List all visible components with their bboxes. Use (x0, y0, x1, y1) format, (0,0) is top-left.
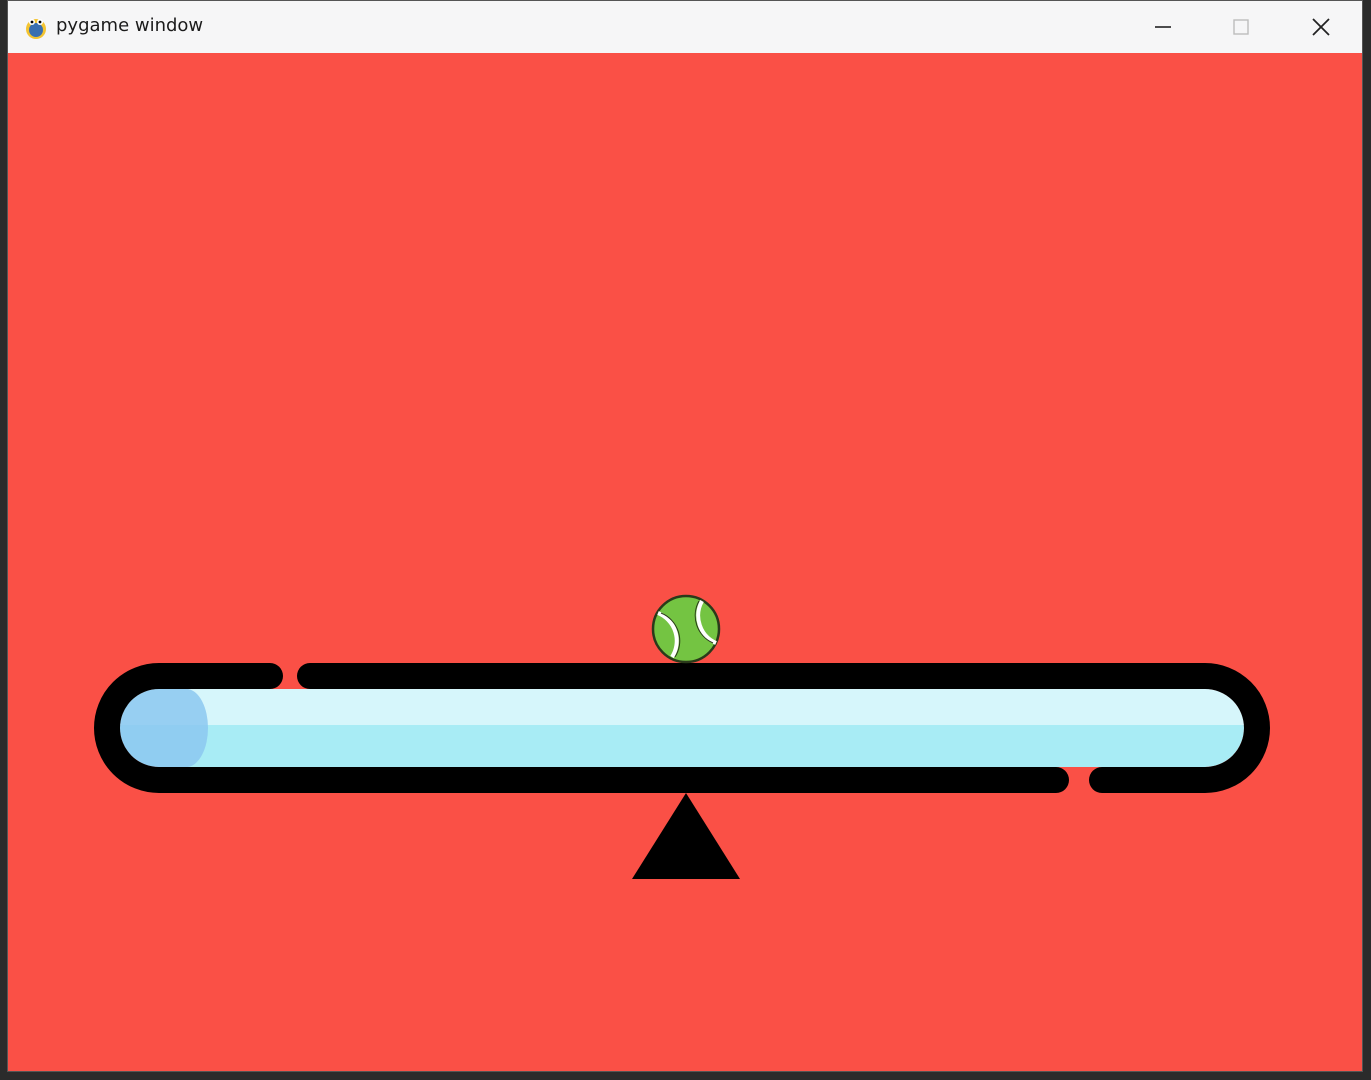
close-icon (1312, 18, 1330, 36)
pygame-snake-icon (26, 19, 46, 39)
game-canvas[interactable] (8, 53, 1362, 1071)
tennis-ball (651, 594, 721, 664)
air-bubble (120, 689, 209, 767)
minimize-button[interactable] (1124, 1, 1202, 53)
tube-highlight (120, 688, 1244, 725)
window-title: pygame window (56, 15, 204, 36)
minimize-icon (1155, 26, 1171, 28)
game-scene (94, 594, 1270, 879)
pygame-window: pygame window (7, 0, 1363, 1072)
triangle-fulcrum (632, 793, 740, 879)
maximize-button[interactable] (1202, 1, 1280, 53)
close-button[interactable] (1282, 1, 1360, 53)
tube (94, 663, 1270, 793)
title-bar[interactable]: pygame window (8, 1, 1362, 53)
maximize-icon (1233, 19, 1249, 35)
